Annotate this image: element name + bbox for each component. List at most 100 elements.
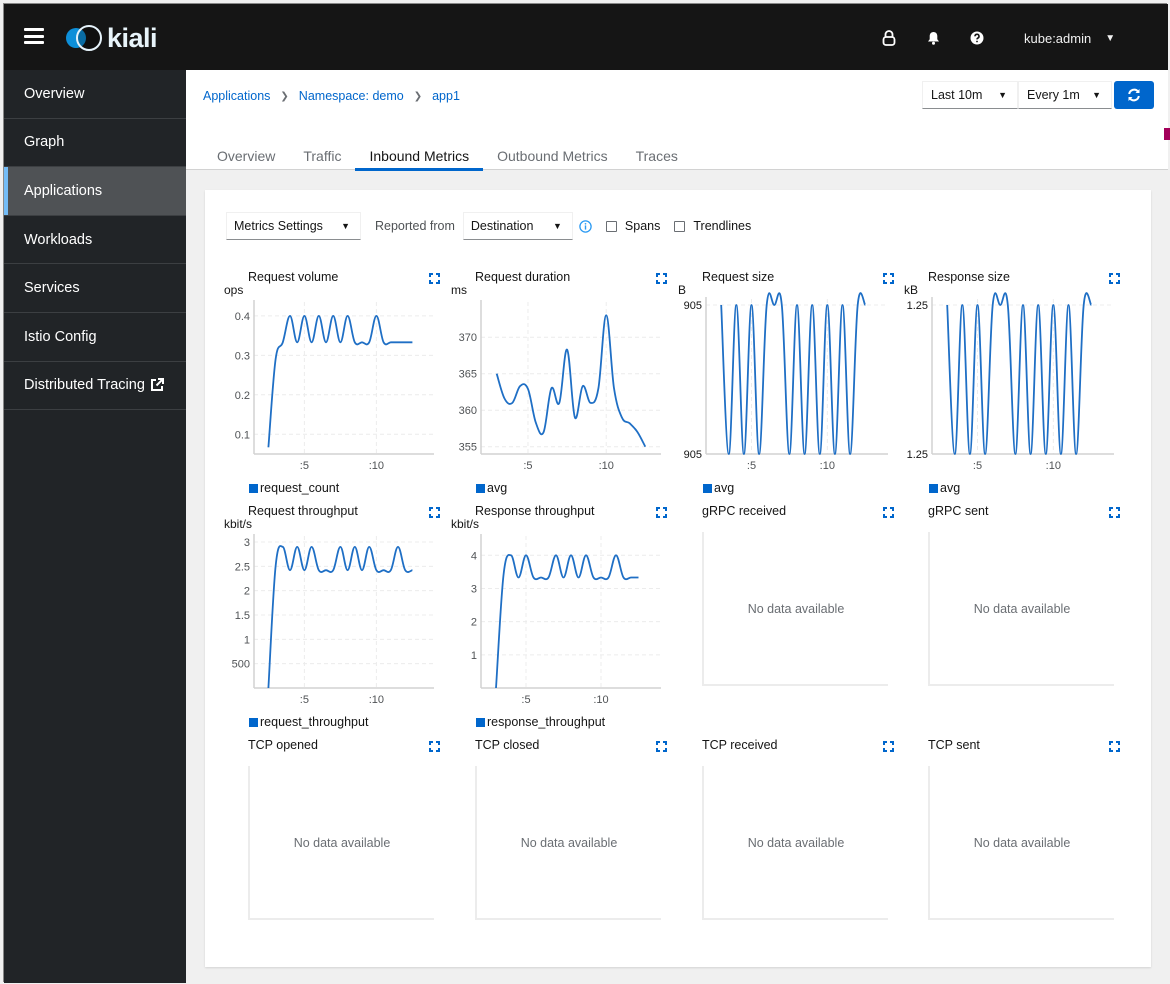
reported-from-select[interactable]: Destination ▼ — [462, 212, 573, 240]
data-point[interactable] — [809, 302, 815, 308]
data-point[interactable] — [301, 313, 307, 319]
data-point[interactable] — [1066, 302, 1072, 308]
data-point[interactable] — [779, 302, 785, 308]
data-point[interactable] — [494, 371, 500, 377]
expand-icon[interactable] — [883, 505, 894, 523]
data-point[interactable] — [508, 552, 514, 558]
help-icon[interactable] — [967, 28, 987, 48]
data-point[interactable] — [388, 567, 394, 573]
tab-outbound-metrics[interactable]: Outbound Metrics — [483, 138, 622, 170]
data-point[interactable] — [541, 429, 547, 435]
data-point[interactable] — [402, 567, 408, 573]
data-point[interactable] — [280, 339, 286, 345]
data-point[interactable] — [265, 444, 271, 450]
expand-icon[interactable] — [1109, 739, 1120, 757]
data-point[interactable] — [516, 575, 522, 581]
data-point[interactable] — [606, 575, 612, 581]
data-point[interactable] — [959, 302, 965, 308]
data-point[interactable] — [388, 339, 394, 345]
series-line-avg[interactable] — [495, 314, 647, 448]
data-point[interactable] — [613, 552, 619, 558]
data-point[interactable] — [1012, 451, 1018, 457]
data-point[interactable] — [576, 575, 582, 581]
data-point[interactable] — [501, 396, 507, 402]
sidebar-item-workloads[interactable]: Workloads — [4, 216, 186, 265]
data-point[interactable] — [603, 312, 609, 318]
data-point[interactable] — [556, 400, 562, 406]
data-point[interactable] — [817, 451, 823, 457]
data-point[interactable] — [294, 339, 300, 345]
chart-legend[interactable]: response_throughput — [476, 715, 605, 729]
data-point[interactable] — [509, 400, 515, 406]
data-point[interactable] — [395, 544, 401, 550]
data-point[interactable] — [1088, 302, 1094, 308]
data-point[interactable] — [832, 451, 838, 457]
data-point[interactable] — [1028, 451, 1034, 457]
info-icon[interactable] — [579, 219, 592, 233]
data-point[interactable] — [1035, 302, 1041, 308]
tab-traces[interactable]: Traces — [622, 138, 692, 170]
data-point[interactable] — [337, 339, 343, 345]
data-point[interactable] — [733, 302, 739, 308]
user-menu[interactable]: kube:admin ▼ — [1024, 28, 1115, 48]
data-point[interactable] — [997, 302, 1003, 308]
data-point[interactable] — [294, 544, 300, 550]
chart-legend[interactable]: avg — [929, 481, 960, 495]
data-point[interactable] — [381, 567, 387, 573]
metrics-settings-dropdown[interactable]: Metrics Settings ▼ — [226, 212, 361, 240]
data-point[interactable] — [855, 302, 861, 308]
data-point[interactable] — [301, 567, 307, 573]
data-point[interactable] — [345, 313, 351, 319]
data-point[interactable] — [309, 339, 315, 345]
series-line-avg[interactable] — [946, 292, 1093, 455]
refresh-button[interactable] — [1114, 81, 1154, 109]
data-point[interactable] — [580, 383, 586, 389]
data-point[interactable] — [373, 567, 379, 573]
chart-legend[interactable]: avg — [476, 481, 507, 495]
data-point[interactable] — [553, 552, 559, 558]
data-point[interactable] — [1043, 451, 1049, 457]
data-point[interactable] — [366, 544, 372, 550]
data-point[interactable] — [501, 572, 507, 578]
data-point[interactable] — [598, 575, 604, 581]
data-point[interactable] — [523, 552, 529, 558]
data-point[interactable] — [824, 302, 830, 308]
kiali-logo[interactable]: kiali — [66, 23, 158, 53]
data-point[interactable] — [316, 567, 322, 573]
data-point[interactable] — [591, 575, 597, 581]
tab-overview[interactable]: Overview — [203, 138, 289, 170]
data-point[interactable] — [531, 575, 537, 581]
data-point[interactable] — [287, 567, 293, 573]
data-point[interactable] — [409, 567, 415, 573]
data-point[interactable] — [517, 383, 523, 389]
data-point[interactable] — [749, 302, 755, 308]
data-point[interactable] — [862, 302, 868, 308]
data-point[interactable] — [561, 575, 567, 581]
data-point[interactable] — [395, 339, 401, 345]
data-point[interactable] — [345, 567, 351, 573]
data-point[interactable] — [944, 302, 950, 308]
data-point[interactable] — [323, 567, 329, 573]
data-point[interactable] — [741, 451, 747, 457]
data-point[interactable] — [359, 339, 365, 345]
chart-legend[interactable]: request_count — [249, 481, 339, 495]
data-point[interactable] — [619, 415, 625, 421]
data-point[interactable] — [1058, 451, 1064, 457]
data-point[interactable] — [1020, 302, 1026, 308]
breadcrumb-applications[interactable]: Applications — [203, 89, 270, 103]
data-point[interactable] — [756, 451, 762, 457]
data-point[interactable] — [628, 575, 634, 581]
data-point[interactable] — [352, 339, 358, 345]
expand-icon[interactable] — [883, 739, 894, 757]
data-point[interactable] — [802, 451, 808, 457]
expand-icon[interactable] — [429, 739, 440, 757]
sidebar-item-applications[interactable]: Applications — [4, 167, 186, 216]
data-point[interactable] — [273, 356, 279, 362]
data-point[interactable] — [538, 575, 544, 581]
data-point[interactable] — [409, 339, 415, 345]
sidebar-item-services[interactable]: Services — [4, 264, 186, 313]
data-point[interactable] — [794, 302, 800, 308]
data-point[interactable] — [568, 552, 574, 558]
data-point[interactable] — [572, 415, 578, 421]
breadcrumb-namespace[interactable]: Namespace: demo — [299, 89, 404, 103]
